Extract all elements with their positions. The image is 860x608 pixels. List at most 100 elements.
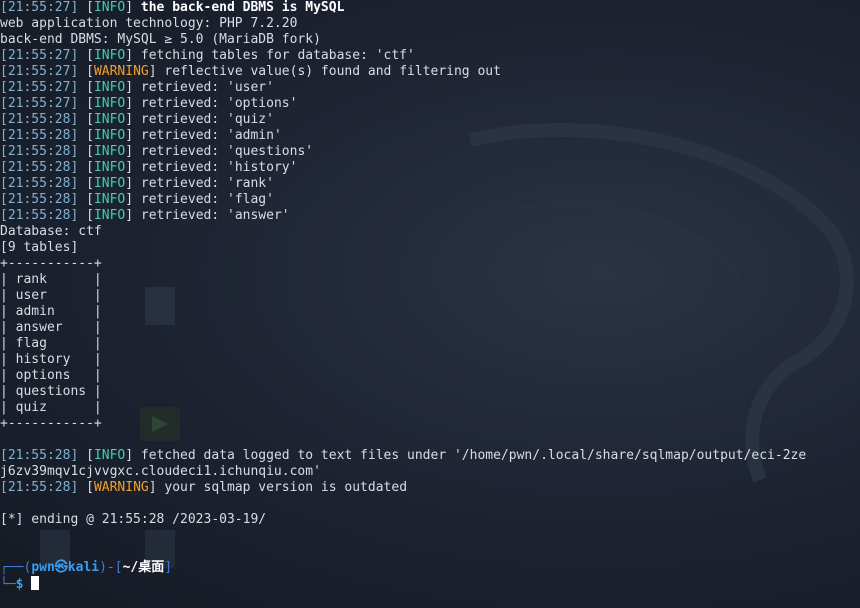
log-timestamp: 21:55:27 bbox=[7, 96, 71, 111]
prompt-path: ~/桌面 bbox=[122, 560, 165, 575]
output-text: +-----------+ bbox=[0, 256, 102, 271]
terminal-line: [21:55:28] [INFO] retrieved: 'questions' bbox=[0, 144, 314, 159]
terminal-line: | admin | bbox=[0, 304, 806, 320]
bracket: ] bbox=[70, 80, 87, 95]
log-message: retrieved: 'rank' bbox=[140, 176, 274, 191]
terminal-line: back-end DBMS: MySQL ≥ 5.0 (MariaDB fork… bbox=[0, 32, 806, 48]
log-message: retrieved: 'user' bbox=[140, 80, 274, 95]
terminal-line: +-----------+ bbox=[0, 256, 806, 272]
terminal-line: [21:55:28] [INFO] retrieved: 'quiz' bbox=[0, 112, 274, 127]
bracket: ] bbox=[70, 96, 87, 111]
log-level: INFO bbox=[93, 192, 126, 207]
terminal-line: [21:55:28] [INFO] fetched data logged to… bbox=[0, 448, 807, 463]
output-text: +-----------+ bbox=[0, 416, 102, 431]
log-level: WARNING bbox=[93, 64, 149, 79]
bracket: [ bbox=[0, 0, 8, 15]
terminal-line: +-----------+ bbox=[0, 416, 806, 432]
bracket: [ bbox=[0, 160, 8, 175]
bracket: ] bbox=[70, 192, 87, 207]
terminal-line: [21:55:27] [INFO] the back-end DBMS is M… bbox=[0, 0, 345, 15]
bracket: [ bbox=[0, 208, 8, 223]
output-text: | quiz | bbox=[0, 400, 102, 415]
log-message: retrieved: 'flag' bbox=[140, 192, 274, 207]
bracket: ] bbox=[70, 208, 87, 223]
bracket: [ bbox=[0, 192, 8, 207]
bracket: ] bbox=[70, 160, 87, 175]
log-level: INFO bbox=[93, 0, 126, 15]
terminal-line: [21:55:28] [INFO] retrieved: 'history' bbox=[0, 160, 298, 175]
bracket: ] bbox=[70, 64, 87, 79]
output-text: | questions | bbox=[0, 384, 102, 399]
log-timestamp: 21:55:27 bbox=[7, 0, 71, 15]
prompt-frame: └─ bbox=[0, 577, 16, 592]
log-level: INFO bbox=[93, 160, 126, 175]
output-text: | rank | bbox=[0, 272, 102, 287]
log-message: reflective value(s) found and filtering … bbox=[164, 64, 501, 79]
log-level: INFO bbox=[93, 128, 126, 143]
log-timestamp: 21:55:27 bbox=[7, 80, 71, 95]
log-timestamp: 21:55:28 bbox=[7, 208, 71, 223]
bracket: [ bbox=[0, 144, 8, 159]
prompt-frame: )-[ bbox=[99, 560, 123, 575]
bracket: ] bbox=[70, 448, 87, 463]
terminal-line: | quiz | bbox=[0, 400, 806, 416]
output-text: [*] ending @ 21:55:28 /2023-03-19/ bbox=[0, 512, 267, 527]
terminal-line: [*] ending @ 21:55:28 /2023-03-19/ bbox=[0, 512, 806, 528]
log-message: retrieved: 'questions' bbox=[140, 144, 314, 159]
log-level: INFO bbox=[93, 208, 126, 223]
log-level: INFO bbox=[93, 112, 126, 127]
log-timestamp: 21:55:28 bbox=[7, 448, 71, 463]
terminal-line: | flag | bbox=[0, 336, 806, 352]
terminal-line: | rank | bbox=[0, 272, 806, 288]
log-message: retrieved: 'options' bbox=[140, 96, 298, 111]
bracket: ] bbox=[70, 48, 87, 63]
bracket: ] bbox=[70, 112, 87, 127]
bracket: [ bbox=[0, 128, 8, 143]
output-text: | history | bbox=[0, 352, 102, 367]
log-level: INFO bbox=[93, 176, 126, 191]
terminal-line: [21:55:28] [INFO] retrieved: 'admin' bbox=[0, 128, 282, 143]
output-text: back-end DBMS: MySQL ≥ 5.0 (MariaDB fork… bbox=[0, 32, 321, 47]
bracket: ] bbox=[70, 144, 87, 159]
text-cursor[interactable] bbox=[31, 576, 40, 590]
output-text: Database: ctf bbox=[0, 224, 102, 239]
output-text: | admin | bbox=[0, 304, 102, 319]
log-timestamp: 21:55:27 bbox=[7, 48, 71, 63]
log-message: retrieved: 'admin' bbox=[140, 128, 282, 143]
log-level: WARNING bbox=[93, 480, 149, 495]
output-text: j6zv39mqv1cjvvgxc.cloudeci1.ichunqiu.com… bbox=[0, 464, 321, 479]
output-text: [9 tables] bbox=[0, 240, 79, 255]
terminal-window[interactable]: [21:55:27] [ INFO] the back-end DBMS is M… bbox=[0, 0, 860, 608]
terminal-line: [21:55:27] [INFO] retrieved: 'options' bbox=[0, 96, 298, 111]
terminal-line: | history | bbox=[0, 352, 806, 368]
output-text: | flag | bbox=[0, 336, 102, 351]
log-level: INFO bbox=[93, 80, 126, 95]
input-line[interactable]: └─$ bbox=[0, 576, 806, 592]
output-text: | answer | bbox=[0, 320, 102, 335]
terminal-line: [21:55:27] [INFO] retrieved: 'user' bbox=[0, 80, 274, 95]
terminal-line: [21:55:28] [WARNING] your sqlmap version… bbox=[0, 480, 408, 495]
log-level: INFO bbox=[93, 144, 126, 159]
log-level: INFO bbox=[93, 48, 126, 63]
log-timestamp: 21:55:28 bbox=[7, 480, 71, 495]
log-message: retrieved: 'answer' bbox=[140, 208, 290, 223]
bracket: [ bbox=[0, 48, 8, 63]
terminal-line: Database: ctf bbox=[0, 224, 806, 240]
bracket: [ bbox=[0, 64, 8, 79]
terminal-output: [21:55:27] [ INFO] the back-end DBMS is M… bbox=[0, 0, 806, 592]
bracket: ] bbox=[70, 0, 87, 15]
terminal-line: web application technology: PHP 7.2.20 bbox=[0, 16, 806, 32]
log-message: the back-end DBMS is MySQL bbox=[140, 0, 345, 15]
prompt-dollar: $ bbox=[15, 577, 24, 592]
log-level: INFO bbox=[93, 96, 126, 111]
log-timestamp: 21:55:28 bbox=[7, 128, 71, 143]
log-timestamp: 21:55:28 bbox=[7, 160, 71, 175]
bracket: ] bbox=[70, 176, 87, 191]
bracket: [ bbox=[0, 480, 8, 495]
log-message: fetching tables for database: 'ctf' bbox=[140, 48, 415, 63]
log-timestamp: 21:55:28 bbox=[7, 176, 71, 191]
prompt-frame: ] bbox=[164, 560, 173, 575]
